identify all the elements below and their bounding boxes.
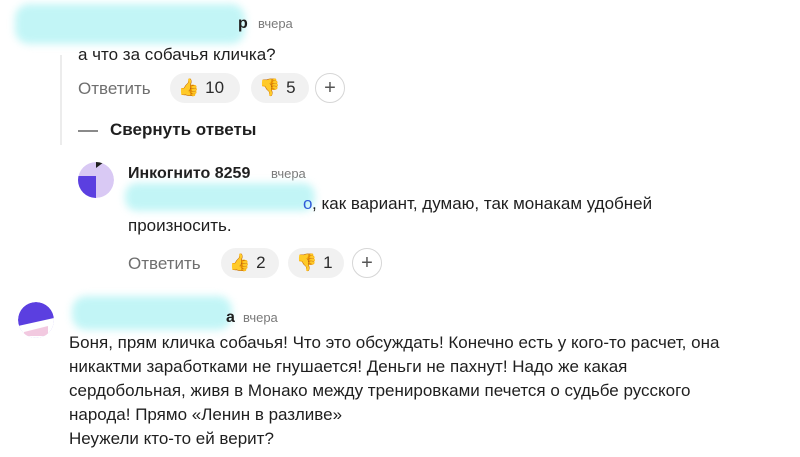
comment-text-line-4: народа! Прямо «Ленин в разливе» bbox=[69, 405, 343, 424]
collapse-dash bbox=[78, 130, 98, 132]
thumbs-up-icon: 👍 bbox=[229, 253, 251, 272]
avatar-image bbox=[78, 162, 114, 198]
comment-text-line-2: никактми заработками не гнушается! Деньг… bbox=[69, 357, 628, 376]
thumbs-down-icon: 👎 bbox=[296, 253, 318, 272]
like-button[interactable]: 👍 10 bbox=[170, 73, 240, 103]
author-name[interactable]: Инкогнито 8259 bbox=[128, 165, 250, 183]
comment-text-line-1: Боня, прям кличка собачья! Что это обсуж… bbox=[69, 333, 720, 352]
author-name-redacted bbox=[72, 296, 232, 330]
like-count: 10 bbox=[205, 78, 225, 97]
author-name-tail: а bbox=[226, 309, 235, 326]
dislike-count: 5 bbox=[286, 78, 296, 97]
comment-text: а что за собачья кличка? bbox=[78, 45, 276, 64]
avatar[interactable] bbox=[18, 302, 54, 338]
comment-text-line-3: сердобольная, живя в Монако между тренир… bbox=[69, 381, 691, 400]
reply-button[interactable]: Ответить bbox=[128, 254, 201, 274]
dislike-button[interactable]: 👎 5 bbox=[251, 73, 309, 103]
thumbs-up-icon: 👍 bbox=[178, 78, 200, 97]
comment-time: вчера bbox=[243, 310, 278, 325]
thread-line bbox=[60, 55, 62, 145]
comment-time: вчера bbox=[258, 16, 293, 31]
comment-time: вчера bbox=[271, 166, 306, 181]
comment-text-line-1: , как вариант, думаю, так монакам удобне… bbox=[312, 194, 653, 213]
mention-redacted bbox=[125, 183, 315, 211]
thumbs-down-icon: 👎 bbox=[259, 78, 281, 97]
add-reaction-button[interactable]: + bbox=[315, 73, 345, 103]
collapse-replies-button[interactable]: Свернуть ответы bbox=[110, 120, 256, 140]
like-button[interactable]: 👍 2 bbox=[221, 248, 279, 278]
plus-icon: + bbox=[324, 76, 336, 99]
dislike-count: 1 bbox=[323, 253, 333, 272]
reply-button[interactable]: Ответить bbox=[78, 79, 151, 99]
avatar[interactable] bbox=[78, 162, 114, 198]
plus-icon: + bbox=[361, 251, 373, 274]
author-name-tail: р bbox=[238, 15, 248, 32]
author-name-redacted bbox=[15, 4, 245, 44]
comment-text-line-2: произносить. bbox=[128, 216, 232, 235]
comment-text-line-5: Неужели кто-то ей верит? bbox=[69, 429, 274, 448]
add-reaction-button[interactable]: + bbox=[352, 248, 382, 278]
avatar-image bbox=[18, 302, 54, 338]
dislike-button[interactable]: 👎 1 bbox=[288, 248, 344, 278]
like-count: 2 bbox=[256, 253, 266, 272]
